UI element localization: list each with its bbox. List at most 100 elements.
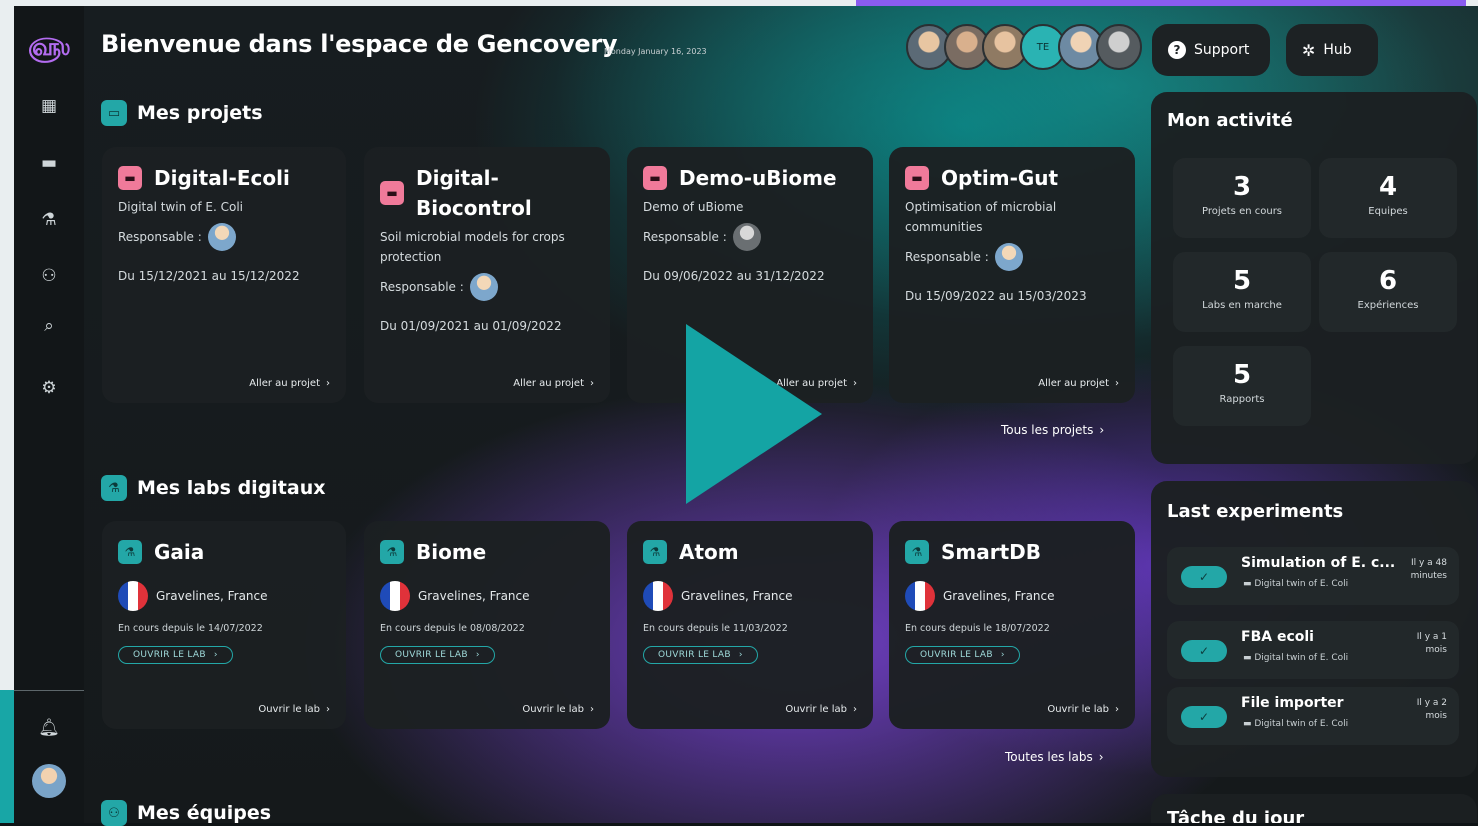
open-lab-link[interactable]: Ouvrir le lab ›: [258, 704, 330, 715]
check-icon: ✓: [1181, 640, 1227, 662]
lab-location-label: Gravelines, France: [418, 589, 530, 603]
stat-label: Equipes: [1368, 206, 1408, 217]
open-lab-link[interactable]: Ouvrir le lab ›: [785, 704, 857, 715]
lab-title: SmartDB: [941, 540, 1042, 564]
briefcase-icon: ▬: [643, 166, 667, 190]
stat-card[interactable]: 5 Rapports: [1173, 346, 1311, 426]
check-icon: ✓: [1181, 706, 1227, 728]
gencovery-logo-icon[interactable]: ௵: [28, 33, 70, 61]
stat-card[interactable]: 6 Expériences: [1319, 252, 1457, 332]
open-lab-label: Ouvrir le lab: [522, 704, 584, 715]
lab-location-label: Gravelines, France: [156, 589, 268, 603]
projects-section-title: ▭ Mes projets: [101, 100, 263, 126]
current-date: Monday January 16, 2023: [604, 47, 707, 56]
project-description: Digital twin of E. Coli: [118, 200, 243, 214]
project-description: Soil microbial models for crops protecti…: [380, 230, 565, 264]
briefcase-icon: ▬: [380, 181, 404, 205]
avatar: [994, 243, 1023, 271]
dashboard-icon[interactable]: ▦: [37, 94, 61, 118]
settings-icon[interactable]: ⚙: [37, 376, 61, 400]
experiment-time-unit: minutes: [1410, 571, 1447, 581]
briefcase-icon: ▬: [118, 166, 142, 190]
lab-card[interactable]: ⚗ SmartDB Gravelines, France En cours dep…: [889, 521, 1135, 729]
lab-location: Gravelines, France: [643, 581, 857, 611]
open-lab-button[interactable]: OUVRIR LE LAB ›: [118, 646, 233, 664]
go-to-project-link[interactable]: Aller au projet ›: [249, 378, 330, 389]
open-lab-link[interactable]: Ouvrir le lab ›: [1047, 704, 1119, 715]
experiment-name: File importer: [1241, 695, 1344, 711]
sidebar-divider: [14, 690, 84, 691]
experiment-item[interactable]: ✓ Simulation of E. c... ▬ Digital twin o…: [1167, 547, 1459, 605]
all-labs-link[interactable]: Toutes les labs ›: [1005, 750, 1104, 764]
lab-card[interactable]: ⚗ Atom Gravelines, France En cours depuis…: [627, 521, 873, 729]
lab-icon: ⚗: [118, 540, 142, 564]
chevron-right-icon: ›: [1115, 378, 1119, 389]
chevron-right-icon: ›: [326, 704, 330, 715]
project-responsable: Responsable :: [643, 223, 857, 251]
stat-card[interactable]: 4 Equipes: [1319, 158, 1457, 238]
lab-card[interactable]: ⚗ Gaia Gravelines, France En cours depuis…: [102, 521, 346, 729]
team-icon[interactable]: ⚇: [37, 264, 61, 288]
project-card[interactable]: ▬ Digital-Ecoli Digital twin of E. Coli R…: [102, 147, 346, 403]
search-icon[interactable]: ⌕: [37, 314, 61, 338]
project-dates: Du 01/09/2021 au 01/09/2022: [380, 319, 562, 333]
labs-section-title: ⚗ Mes labs digitaux: [101, 475, 326, 501]
open-lab-link[interactable]: Ouvrir le lab ›: [522, 704, 594, 715]
stat-label: Rapports: [1219, 394, 1265, 405]
france-flag-icon: [643, 581, 673, 611]
experiment-project: ▬ Digital twin of E. Coli: [1243, 719, 1348, 729]
project-card[interactable]: ▬ Optim-Gut Optimisation of microbial com…: [889, 147, 1135, 403]
lab-location: Gravelines, France: [905, 581, 1119, 611]
project-responsable: Responsable :: [905, 243, 1119, 271]
stat-label: Expériences: [1357, 300, 1419, 311]
play-icon[interactable]: [686, 324, 822, 504]
experiment-item[interactable]: ✓ FBA ecoli ▬ Digital twin of E. Coli Il…: [1167, 621, 1459, 679]
open-lab-button[interactable]: OUVRIR LE LAB ›: [643, 646, 758, 664]
lab-icon: ⚗: [380, 540, 404, 564]
go-to-project-link[interactable]: Aller au projet ›: [513, 378, 594, 389]
lab-location: Gravelines, France: [118, 581, 330, 611]
user-avatar[interactable]: [32, 764, 66, 798]
responsable-label: Responsable :: [118, 230, 202, 244]
avatar[interactable]: [1096, 24, 1142, 70]
experiment-time: Il y a 1 mois: [1395, 631, 1447, 657]
experiment-name: FBA ecoli: [1241, 629, 1314, 645]
experiment-name: Simulation of E. c...: [1241, 555, 1396, 571]
open-lab-button[interactable]: OUVRIR LE LAB ›: [380, 646, 495, 664]
all-projects-link[interactable]: Tous les projets ›: [1001, 423, 1104, 437]
stat-card[interactable]: 5 Labs en marche: [1173, 252, 1311, 332]
bell-icon[interactable]: 🔔︎: [37, 716, 61, 740]
chevron-right-icon: ›: [1000, 650, 1005, 660]
france-flag-icon: [380, 581, 410, 611]
open-lab-button[interactable]: OUVRIR LE LAB ›: [905, 646, 1020, 664]
chevron-right-icon: ›: [1099, 423, 1105, 437]
lab-title: Biome: [416, 540, 487, 564]
avatar: [207, 223, 236, 251]
stat-card[interactable]: 3 Projets en cours: [1173, 158, 1311, 238]
go-to-project-link[interactable]: Aller au projet ›: [1038, 378, 1119, 389]
briefcase-icon[interactable]: ▬: [37, 151, 61, 175]
project-card[interactable]: ▬ Digital-Biocontrol Soil microbial model…: [364, 147, 610, 403]
briefcase-icon: ▬: [1243, 719, 1255, 729]
briefcase-icon: ▬: [905, 166, 929, 190]
project-dates: Du 09/06/2022 au 31/12/2022: [643, 269, 825, 283]
go-to-project-label: Aller au projet: [513, 378, 584, 389]
tasks-title: Tâche du jour: [1167, 808, 1305, 823]
responsable-label: Responsable :: [380, 280, 464, 294]
lab-location: Gravelines, France: [380, 581, 594, 611]
experiment-item[interactable]: ✓ File importer ▬ Digital twin of E. Col…: [1167, 687, 1459, 745]
project-title: Optim-Gut: [941, 166, 1059, 190]
avatar: [469, 273, 498, 301]
open-lab-label: Ouvrir le lab: [258, 704, 320, 715]
chevron-right-icon: ›: [738, 650, 743, 660]
all-projects-label: Tous les projets: [1001, 423, 1094, 437]
briefcase-icon: ▬: [1243, 579, 1255, 589]
support-button[interactable]: ? Support: [1152, 24, 1270, 76]
experiment-time: Il y a 2 mois: [1395, 697, 1447, 723]
lab-card[interactable]: ⚗ Biome Gravelines, France En cours depui…: [364, 521, 610, 729]
open-lab-label: Ouvrir le lab: [1047, 704, 1109, 715]
experiment-time-unit: mois: [1425, 711, 1447, 721]
hub-button[interactable]: ✲ Hub: [1286, 24, 1378, 76]
lab-icon: ⚗: [643, 540, 667, 564]
lab-icon[interactable]: ⚗: [37, 208, 61, 232]
